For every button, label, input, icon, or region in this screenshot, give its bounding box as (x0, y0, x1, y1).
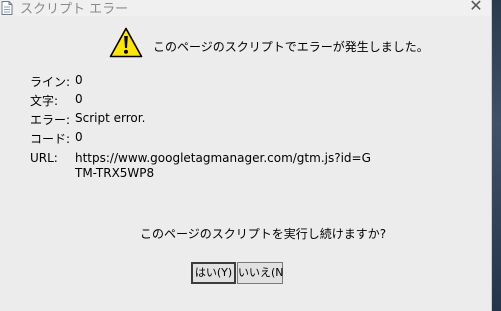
no-button[interactable]: いいえ(N (237, 262, 284, 284)
error-headline: このページのスクリプトでエラーが発生しました。 (153, 40, 429, 54)
line-value: 0 (75, 73, 83, 87)
window-title: スクリプト エラー (20, 2, 129, 17)
document-icon (1, 0, 13, 15)
url-label: URL: (30, 151, 58, 165)
script-error-dialog: スクリプト エラー ✕ このページのスクリプトでエラーが発生しました。 ライン:… (0, 0, 492, 311)
char-value: 0 (75, 92, 83, 106)
dialog-body: このページのスクリプトでエラーが発生しました。 ライン: 0 文字: 0 エラー… (0, 16, 491, 311)
code-label: コード: (30, 132, 71, 146)
error-value: Script error. (75, 111, 146, 125)
close-icon: ✕ (469, 0, 483, 15)
warning-icon (109, 27, 143, 58)
error-label: エラー: (30, 113, 71, 127)
url-value: https://www.googletagmanager.com/gtm.js?… (75, 151, 371, 180)
background-desktop-strip (492, 0, 501, 311)
close-button[interactable]: ✕ (461, 0, 491, 17)
title-bar: スクリプト エラー ✕ (0, 0, 491, 17)
code-value: 0 (75, 130, 83, 144)
continue-question: このページのスクリプトを実行し続けますか? (140, 227, 387, 241)
line-label: ライン: (30, 75, 71, 89)
yes-button[interactable]: はい(Y) (191, 262, 236, 284)
char-label: 文字: (30, 94, 59, 108)
